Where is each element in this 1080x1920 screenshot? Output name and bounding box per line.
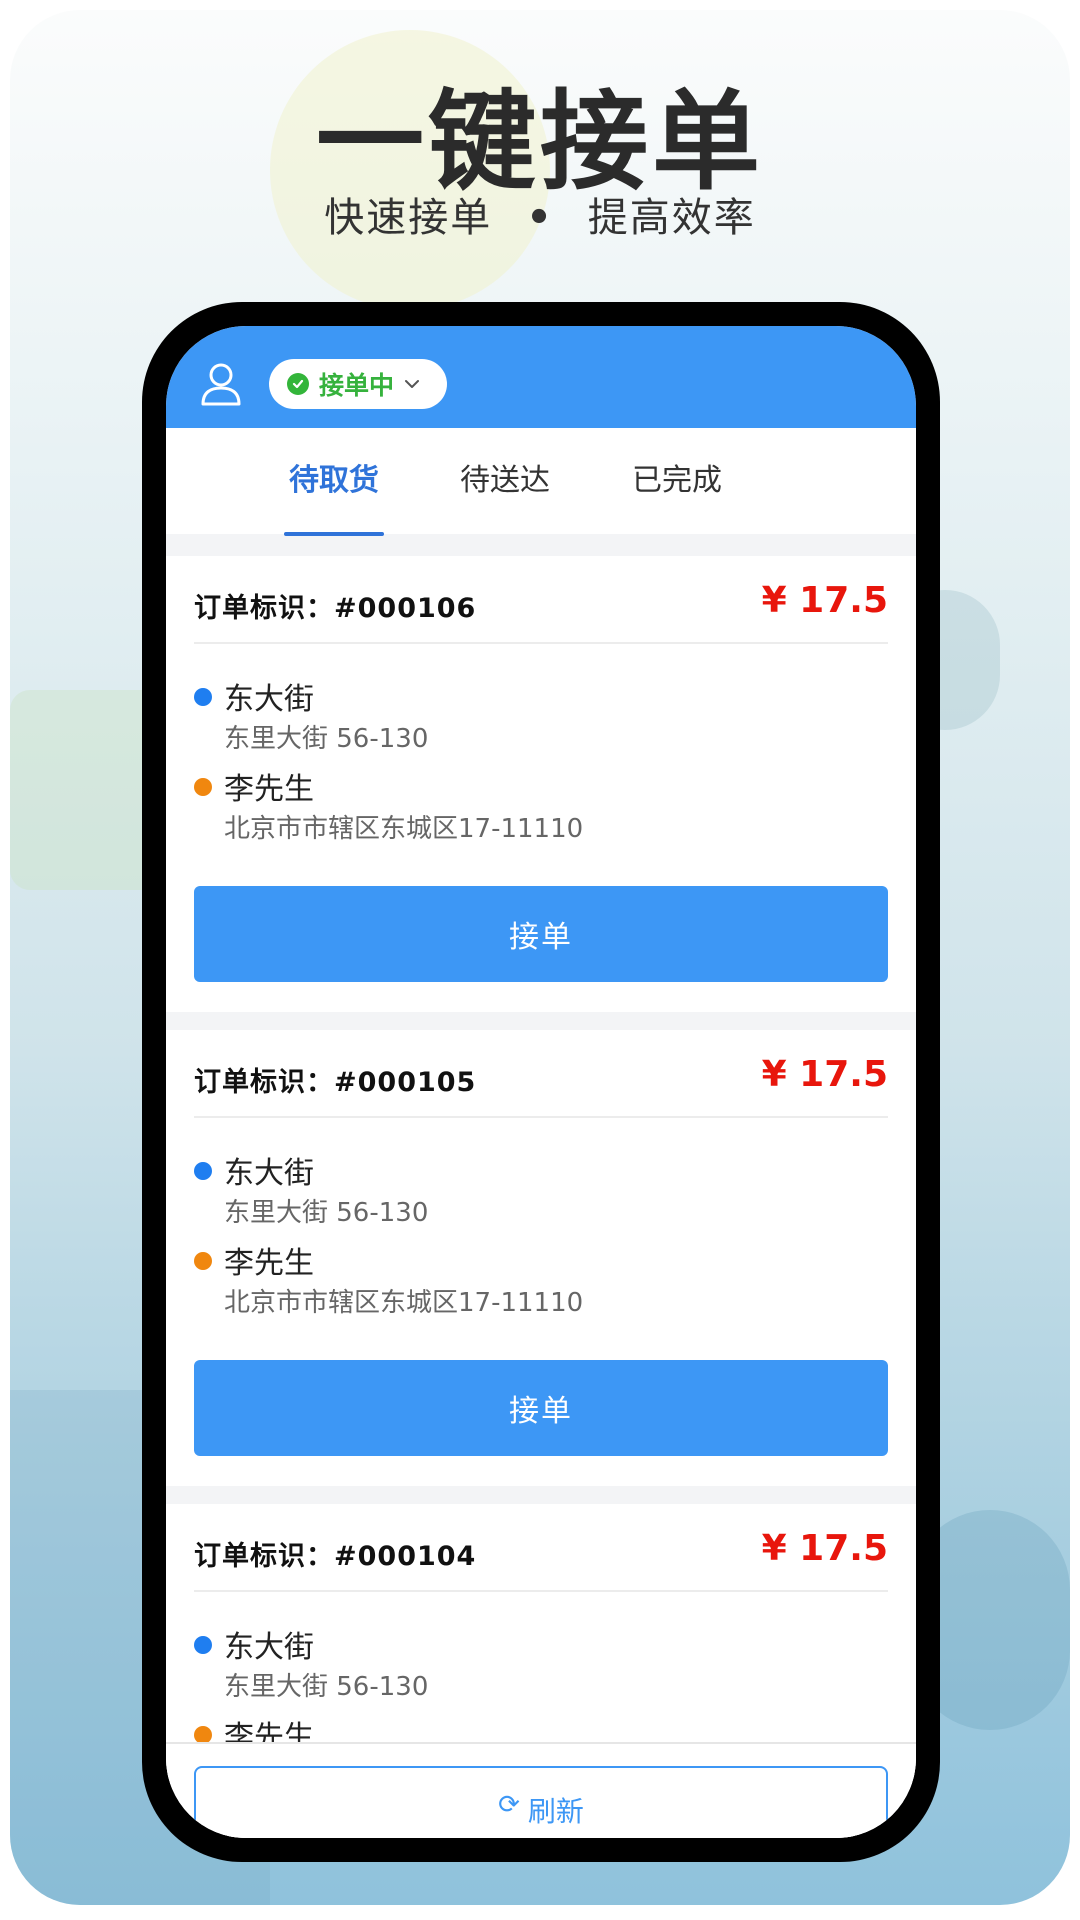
app-top-bar: 接单中: [166, 326, 916, 428]
dropoff-name: 李先生: [224, 1246, 314, 1281]
chevron-down-icon: [405, 380, 420, 388]
order-status-tabs: 待取货 待送达 已完成: [166, 428, 916, 534]
pickup-name: 东大街: [224, 1630, 314, 1665]
tab-pending-pickup[interactable]: 待取货: [254, 428, 414, 534]
pickup-name: 东大街: [224, 1156, 314, 1191]
dropoff-dot-icon: [194, 1252, 212, 1270]
promo-subline: 快速接单 • 提高效率: [0, 185, 1080, 243]
order-card-header: 订单标识：#000106 ¥ 17.5: [194, 556, 888, 644]
order-card: 订单标识：#000105 ¥ 17.5 东大街 东里大街 56-130 李先生 …: [166, 1030, 916, 1486]
dropoff-address: 北京市市辖区东城区17-11110: [224, 814, 584, 844]
promo-subline-right: 提高效率: [587, 195, 756, 241]
phone-frame: 接单中 待取货 待送达 已完成 订单标识：#000106 ¥ 17.5 东大街: [142, 302, 940, 1862]
order-id: 订单标识：#000105: [194, 1067, 477, 1098]
bottom-action-bar: ⟳ 刷新: [166, 1742, 916, 1838]
promo-subline-separator: •: [526, 195, 554, 241]
pickup-dot-icon: [194, 688, 212, 706]
accept-order-button[interactable]: 接单: [194, 1360, 888, 1456]
order-id: 订单标识：#000104: [194, 1541, 477, 1572]
order-price: ¥ 17.5: [761, 580, 888, 621]
work-status-dropdown[interactable]: 接单中: [269, 359, 447, 409]
pickup-name: 东大街: [224, 682, 314, 717]
pickup-address: 东里大街 56-130: [224, 1672, 429, 1702]
pickup-dot-icon: [194, 1162, 212, 1180]
tab-pending-delivery[interactable]: 待送达: [425, 428, 585, 534]
check-circle-icon: [287, 373, 309, 395]
pickup-dot-icon: [194, 1636, 212, 1654]
dropoff-name: 李先生: [224, 772, 314, 807]
active-tab-indicator: [284, 532, 384, 536]
refresh-icon: ⟳: [498, 1790, 520, 1820]
refresh-button[interactable]: ⟳ 刷新: [194, 1766, 888, 1838]
order-price: ¥ 17.5: [761, 1528, 888, 1569]
refresh-label: 刷新: [527, 1795, 584, 1828]
order-card-header: 订单标识：#000104 ¥ 17.5: [194, 1504, 888, 1592]
order-card: 订单标识：#000106 ¥ 17.5 东大街 东里大街 56-130 李先生 …: [166, 556, 916, 1012]
work-status-label: 接单中: [319, 371, 395, 400]
app-screen: 接单中 待取货 待送达 已完成 订单标识：#000106 ¥ 17.5 东大街: [166, 326, 916, 1838]
promo-subline-left: 快速接单: [324, 195, 493, 241]
order-card-header: 订单标识：#000105 ¥ 17.5: [194, 1030, 888, 1118]
tab-completed[interactable]: 已完成: [597, 428, 757, 534]
pickup-address: 东里大街 56-130: [224, 724, 429, 754]
accept-order-button[interactable]: 接单: [194, 886, 888, 982]
dropoff-dot-icon: [194, 778, 212, 796]
dropoff-address: 北京市市辖区东城区17-11110: [224, 1288, 584, 1318]
user-outline-icon[interactable]: [200, 362, 242, 406]
order-id: 订单标识：#000106: [194, 593, 477, 624]
order-price: ¥ 17.5: [761, 1054, 888, 1095]
order-list: 订单标识：#000106 ¥ 17.5 东大街 东里大街 56-130 李先生 …: [166, 556, 916, 1838]
pickup-address: 东里大街 56-130: [224, 1198, 429, 1228]
